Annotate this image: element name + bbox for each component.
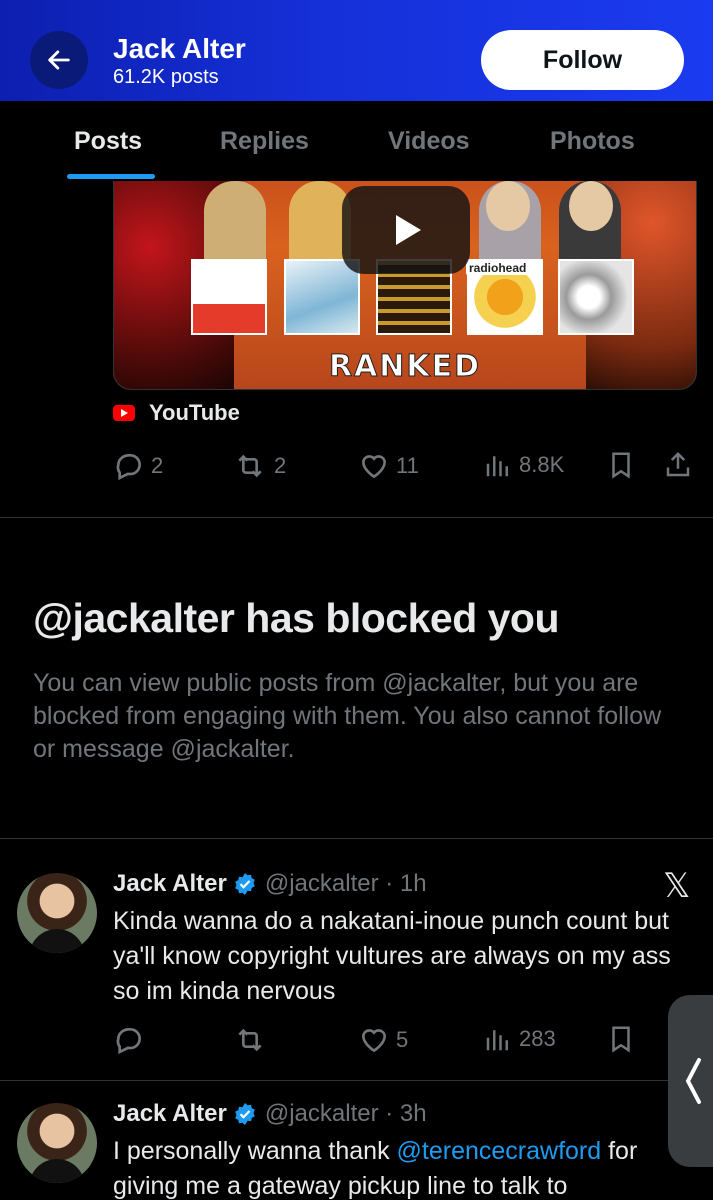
post-text: I personally wanna thank @terencecrawfor… bbox=[113, 1134, 698, 1200]
reply-button[interactable]: 2 bbox=[113, 450, 163, 482]
repost-icon bbox=[238, 1028, 262, 1052]
back-button[interactable] bbox=[30, 31, 88, 89]
bookmark-button[interactable] bbox=[606, 450, 636, 480]
album-cover bbox=[558, 259, 634, 335]
tab-posts[interactable]: Posts bbox=[74, 127, 142, 156]
repost-icon bbox=[238, 454, 262, 478]
view-count: 8.8K bbox=[519, 452, 565, 477]
chevron-left-icon bbox=[685, 1058, 701, 1104]
verified-badge-icon bbox=[235, 873, 255, 895]
arrow-left-icon bbox=[48, 50, 70, 70]
profile-name: Jack Alter bbox=[113, 33, 246, 64]
reply-icon bbox=[116, 1028, 141, 1055]
repost-button[interactable] bbox=[232, 1024, 268, 1056]
views-icon bbox=[486, 456, 508, 477]
video-source[interactable]: YouTube bbox=[113, 398, 240, 428]
divider bbox=[0, 517, 713, 518]
repost-button[interactable]: 2 bbox=[232, 450, 286, 482]
album-cover bbox=[284, 259, 360, 335]
profile-tabs: Posts Replies Videos Photos bbox=[0, 101, 713, 181]
reply-icon bbox=[116, 454, 141, 481]
heart-icon bbox=[361, 1029, 387, 1053]
post-header: Jack Alter @jackalter · 1h bbox=[113, 870, 427, 898]
play-button[interactable] bbox=[342, 186, 470, 274]
reply-button[interactable] bbox=[113, 1024, 145, 1056]
views-button[interactable]: 8.8K bbox=[483, 450, 564, 480]
play-icon bbox=[396, 215, 421, 245]
like-count: 5 bbox=[396, 1027, 409, 1052]
post-author-name[interactable]: Jack Alter bbox=[113, 1100, 227, 1128]
band-member-head bbox=[486, 181, 530, 231]
youtube-icon bbox=[113, 405, 135, 421]
thumbnail-caption: RANKED bbox=[328, 349, 482, 385]
tab-videos[interactable]: Videos bbox=[388, 127, 470, 156]
divider bbox=[0, 1080, 713, 1081]
views-icon bbox=[486, 1030, 508, 1051]
album-caption: radiohead bbox=[466, 261, 530, 275]
band-member-head bbox=[569, 181, 613, 231]
like-button[interactable]: 11 bbox=[358, 450, 419, 482]
blocked-notice-title: @jackalter has blocked you bbox=[33, 595, 560, 641]
post-handle-time: @jackalter · 1h bbox=[264, 870, 427, 897]
share-button[interactable] bbox=[663, 450, 693, 480]
repost-count: 2 bbox=[274, 453, 287, 478]
tab-photos[interactable]: Photos bbox=[550, 127, 635, 156]
avatar[interactable] bbox=[17, 873, 97, 953]
bookmark-icon bbox=[612, 452, 630, 479]
post-text: Kinda wanna do a nakatani-inoue punch co… bbox=[113, 907, 671, 1005]
reply-count: 2 bbox=[151, 453, 164, 478]
follow-button[interactable]: Follow bbox=[481, 30, 684, 90]
bookmark-button[interactable] bbox=[606, 1024, 636, 1054]
active-tab-indicator bbox=[67, 174, 155, 179]
youtube-video-thumbnail[interactable]: radiohead RANKED bbox=[113, 150, 697, 390]
like-count: 11 bbox=[396, 453, 419, 478]
view-count: 283 bbox=[519, 1026, 556, 1051]
divider bbox=[0, 838, 713, 839]
video-source-label: YouTube bbox=[149, 400, 240, 425]
x-logo-icon[interactable]: 𝕏 bbox=[663, 866, 690, 906]
blocked-notice-body: You can view public posts from @jackalte… bbox=[33, 669, 662, 763]
share-icon bbox=[666, 451, 690, 477]
views-button[interactable]: 283 bbox=[483, 1024, 556, 1054]
mention-link[interactable]: @terencecrawford bbox=[397, 1137, 602, 1165]
profile-header: Jack Alter 61.2K posts Follow bbox=[0, 0, 713, 101]
post-handle-time: @jackalter · 3h bbox=[264, 1100, 427, 1127]
avatar[interactable] bbox=[17, 1103, 97, 1183]
album-cover bbox=[191, 259, 267, 335]
bookmark-icon bbox=[612, 1026, 630, 1053]
verified-badge-icon bbox=[235, 1103, 255, 1125]
like-button[interactable]: 5 bbox=[358, 1024, 408, 1056]
post-author-name[interactable]: Jack Alter bbox=[113, 870, 227, 898]
post-text-segment: I personally wanna thank bbox=[113, 1137, 397, 1165]
post-header: Jack Alter @jackalter · 3h bbox=[113, 1100, 427, 1128]
tab-replies[interactable]: Replies bbox=[220, 127, 309, 156]
post-count: 61.2K posts bbox=[113, 66, 219, 88]
heart-icon bbox=[361, 455, 387, 479]
side-panel-handle[interactable] bbox=[668, 995, 713, 1167]
